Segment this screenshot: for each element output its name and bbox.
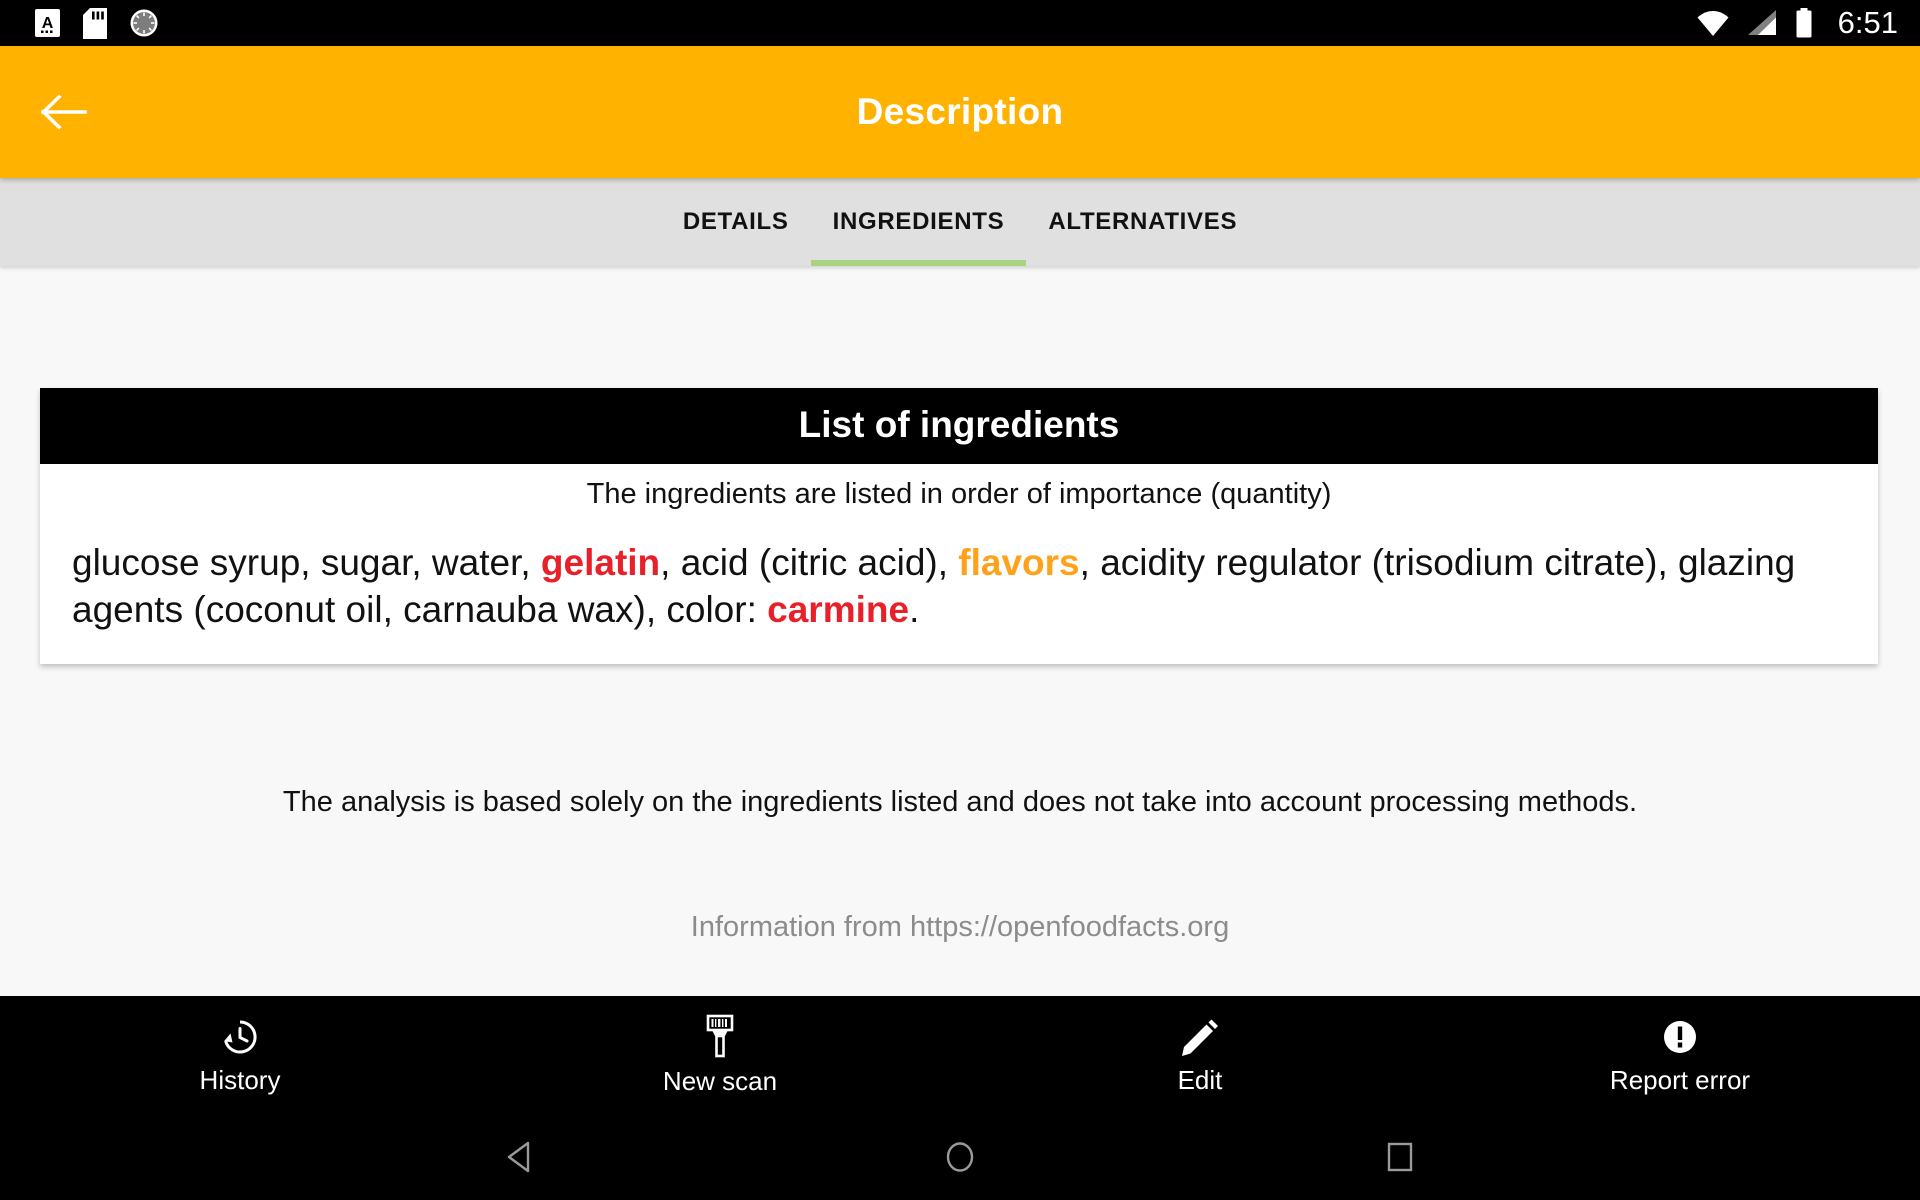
ingredient-segment: , acid (citric acid), [660, 542, 959, 583]
status-bar-notification-icons: A [34, 7, 159, 39]
triangle-back-icon [507, 1141, 530, 1173]
barcode-scanner-icon [706, 1014, 734, 1057]
content-area: List of ingredients The ingredients are … [0, 266, 1920, 996]
status-bar-system-icons: 6:51 [1696, 5, 1898, 41]
tab-details[interactable]: DETAILS [661, 178, 811, 266]
status-bar-clock: 6:51 [1837, 5, 1898, 40]
notification-a-icon: A [35, 9, 60, 37]
nav-label-history: History [199, 1064, 281, 1095]
ingredient-highlight-gelatin: gelatin [540, 542, 661, 583]
status-bar: A 6:51 [0, 0, 1920, 46]
sd-card-icon [83, 7, 107, 39]
tab-alternatives[interactable]: ALTERNATIVES [1026, 178, 1259, 266]
system-back-button[interactable] [465, 1127, 575, 1187]
system-home-button[interactable] [905, 1127, 1015, 1187]
page-title: Description [856, 91, 1064, 132]
app-screen: A 6:51 Description DETAILS INGREDIENTS A… [0, 0, 1920, 1200]
nav-item-report-error[interactable]: Report error [1440, 1015, 1920, 1096]
system-recents-button[interactable] [1345, 1127, 1455, 1187]
wifi-icon [1697, 11, 1729, 36]
history-clock-icon [224, 1019, 257, 1053]
nav-item-edit[interactable]: Edit [960, 1015, 1440, 1096]
nav-label-new-scan: New scan [662, 1065, 778, 1096]
analysis-disclaimer: The analysis is based solely on the ingr… [282, 786, 1638, 818]
tab-ingredients[interactable]: INGREDIENTS [810, 178, 1027, 266]
square-recents-icon [1387, 1142, 1413, 1172]
nav-item-history[interactable]: History [0, 1015, 480, 1096]
ingredient-segment: glucose syrup, sugar, water, [72, 542, 541, 583]
cellular-signal-icon [1747, 10, 1776, 35]
ingredients-card-subtitle: The ingredients are listed in order of i… [586, 478, 1332, 510]
svg-text:A: A [42, 15, 54, 32]
android-system-navigation [0, 1114, 1920, 1200]
error-exclamation-icon [1664, 1020, 1696, 1053]
source-attribution: Information from https://openfoodfacts.o… [690, 911, 1230, 943]
tab-bar: DETAILS INGREDIENTS ALTERNATIVES [0, 178, 1920, 266]
battery-icon [1796, 8, 1812, 38]
ingredient-segment: . [909, 589, 920, 631]
bottom-navigation-bar: History New scan Edit Report error [0, 996, 1920, 1114]
ingredients-card: List of ingredients The ingredients are … [40, 388, 1878, 664]
app-bar: Description [0, 46, 1920, 178]
ingredients-text: glucose syrup, sugar, water, gelatin, ac… [40, 517, 1878, 664]
ingredient-highlight-flavors: flavors [958, 542, 1080, 583]
nav-label-report-error: Report error [1609, 1064, 1751, 1095]
sync-circle-icon [130, 9, 158, 37]
nav-label-edit: Edit [1177, 1064, 1223, 1095]
pencil-edit-icon [1182, 1019, 1218, 1056]
ingredients-card-header: List of ingredients [40, 388, 1878, 464]
circle-home-icon [946, 1142, 974, 1172]
nav-item-new-scan[interactable]: New scan [480, 1014, 960, 1097]
ingredient-highlight-carmine: carmine [767, 589, 910, 631]
